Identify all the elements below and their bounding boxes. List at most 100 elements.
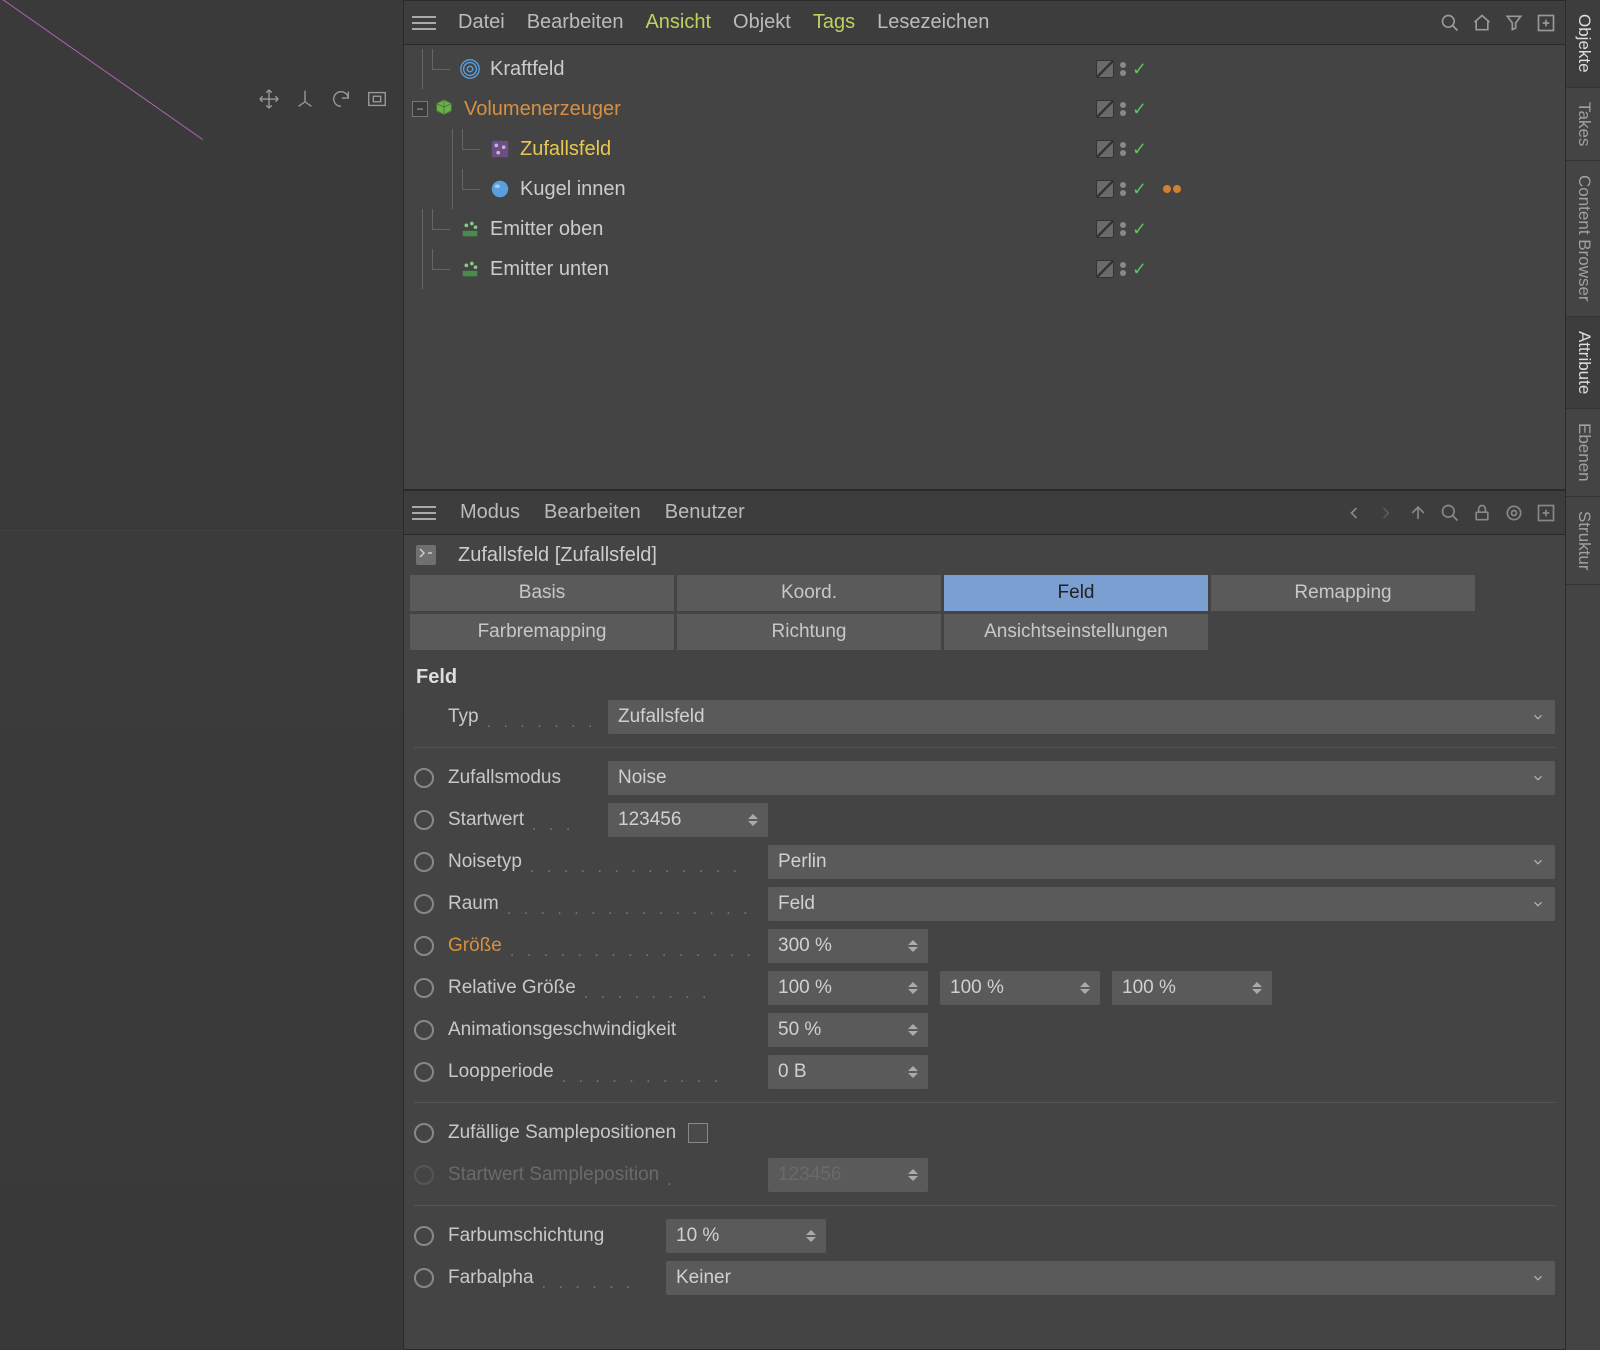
side-tab-objekte[interactable]: Objekte <box>1566 0 1600 88</box>
object-name[interactable]: Volumenerzeuger <box>464 98 621 121</box>
visibility-toggle[interactable] <box>1096 180 1114 198</box>
tree-row-kraftfeld[interactable]: Kraftfeld ✓ <box>404 49 1565 89</box>
axis-tool-icon[interactable] <box>291 85 319 113</box>
target-icon[interactable] <box>1503 502 1525 524</box>
collapse-toggle[interactable]: − <box>412 101 428 117</box>
tree-row-volumenerzeuger[interactable]: − Volumenerzeuger ✓ <box>404 89 1565 129</box>
simulation-tag-icon[interactable] <box>1163 185 1181 193</box>
anim-toggle[interactable] <box>414 768 434 788</box>
anim-toggle[interactable] <box>414 1268 434 1288</box>
move-tool-icon[interactable] <box>255 85 283 113</box>
add-panel-icon[interactable] <box>1535 502 1557 524</box>
tree-row-emitter-unten[interactable]: Emitter unten ✓ <box>404 249 1565 289</box>
anim-toggle[interactable] <box>414 810 434 830</box>
enable-check-icon[interactable]: ✓ <box>1132 219 1147 240</box>
anim-toggle[interactable] <box>414 936 434 956</box>
dropdown-noisetyp[interactable]: Perlin <box>768 845 1555 879</box>
hamburger-icon[interactable] <box>412 506 436 520</box>
filter-icon[interactable] <box>1503 12 1525 34</box>
tab-remapping[interactable]: Remapping <box>1211 575 1475 611</box>
object-name[interactable]: Emitter unten <box>490 258 609 281</box>
hamburger-icon[interactable] <box>412 16 436 30</box>
anim-toggle[interactable] <box>414 1020 434 1040</box>
input-relgroesse-z[interactable]: 100 % <box>1112 971 1272 1005</box>
label-farbalpha: Farbalpha <box>448 1267 534 1289</box>
enable-check-icon[interactable]: ✓ <box>1132 99 1147 120</box>
layer-dots-icon[interactable] <box>1120 222 1126 236</box>
visibility-toggle[interactable] <box>1096 100 1114 118</box>
menu-modus[interactable]: Modus <box>460 501 520 524</box>
side-tab-takes[interactable]: Takes <box>1566 88 1600 161</box>
side-tab-ebenen[interactable]: Ebenen <box>1566 409 1600 497</box>
enable-check-icon[interactable]: ✓ <box>1132 59 1147 80</box>
menu-benutzer[interactable]: Benutzer <box>665 501 745 524</box>
anim-toggle[interactable] <box>414 1123 434 1143</box>
menu-bearbeiten[interactable]: Bearbeiten <box>544 501 641 524</box>
add-panel-icon[interactable] <box>1535 12 1557 34</box>
layer-dots-icon[interactable] <box>1120 262 1126 276</box>
tab-ansichtseinstellungen[interactable]: Ansichtseinstellungen <box>944 614 1208 650</box>
side-tab-content-browser[interactable]: Content Browser <box>1566 161 1600 317</box>
home-icon[interactable] <box>1471 12 1493 34</box>
layer-dots-icon[interactable] <box>1120 142 1126 156</box>
dropdown-raum[interactable]: Feld <box>768 887 1555 921</box>
search-icon[interactable] <box>1439 12 1461 34</box>
input-animgeschw[interactable]: 50 % <box>768 1013 928 1047</box>
dropdown-typ[interactable]: Zufallsfeld <box>608 700 1555 734</box>
anim-toggle[interactable] <box>414 1226 434 1246</box>
tab-feld[interactable]: Feld <box>944 575 1208 611</box>
lock-icon[interactable] <box>1471 502 1493 524</box>
tree-row-emitter-oben[interactable]: Emitter oben ✓ <box>404 209 1565 249</box>
object-name[interactable]: Kugel innen <box>520 178 626 201</box>
layer-dots-icon[interactable] <box>1120 62 1126 76</box>
menu-tags[interactable]: Tags <box>813 11 855 34</box>
layer-dots-icon[interactable] <box>1120 102 1126 116</box>
anim-toggle[interactable] <box>414 852 434 872</box>
visibility-toggle[interactable] <box>1096 260 1114 278</box>
viewport[interactable] <box>0 0 403 1350</box>
menu-datei[interactable]: Datei <box>458 11 505 34</box>
attractor-icon <box>458 57 482 81</box>
object-name[interactable]: Kraftfeld <box>490 58 564 81</box>
side-tab-attribute[interactable]: Attribute <box>1566 317 1600 409</box>
input-groesse[interactable]: 300 % <box>768 929 928 963</box>
checkbox-zufaellige-samplepos[interactable] <box>688 1123 708 1143</box>
frame-tool-icon[interactable] <box>363 85 391 113</box>
dropdown-zufallsmodus[interactable]: Noise <box>608 761 1555 795</box>
tab-koord[interactable]: Koord. <box>677 575 941 611</box>
input-relgroesse-y[interactable]: 100 % <box>940 971 1100 1005</box>
dropdown-farbalpha[interactable]: Keiner <box>666 1261 1555 1295</box>
input-loopperiode[interactable]: 0 B <box>768 1055 928 1089</box>
anim-toggle[interactable] <box>414 978 434 998</box>
input-startwert[interactable]: 123456 <box>608 803 768 837</box>
tab-farbremapping[interactable]: Farbremapping <box>410 614 674 650</box>
refresh-tool-icon[interactable] <box>327 85 355 113</box>
enable-check-icon[interactable]: ✓ <box>1132 139 1147 160</box>
anim-toggle[interactable] <box>414 1062 434 1082</box>
object-tree[interactable]: Kraftfeld ✓ − Volumenerzeuger ✓ Zufallsf… <box>404 45 1565 489</box>
tree-row-zufallsfeld[interactable]: Zufallsfeld ✓ <box>404 129 1565 169</box>
side-tab-struktur[interactable]: Struktur <box>1566 497 1600 586</box>
chevron-down-icon <box>1531 855 1545 869</box>
menu-bearbeiten[interactable]: Bearbeiten <box>527 11 624 34</box>
menu-ansicht[interactable]: Ansicht <box>645 11 711 34</box>
anim-toggle[interactable] <box>414 894 434 914</box>
up-icon[interactable] <box>1407 502 1429 524</box>
visibility-toggle[interactable] <box>1096 140 1114 158</box>
visibility-toggle[interactable] <box>1096 60 1114 78</box>
menu-lesezeichen[interactable]: Lesezeichen <box>877 11 989 34</box>
visibility-toggle[interactable] <box>1096 220 1114 238</box>
enable-check-icon[interactable]: ✓ <box>1132 259 1147 280</box>
tree-row-kugel-innen[interactable]: Kugel innen ✓ <box>404 169 1565 209</box>
object-name[interactable]: Zufallsfeld <box>520 138 611 161</box>
tab-basis[interactable]: Basis <box>410 575 674 611</box>
search-icon[interactable] <box>1439 502 1461 524</box>
menu-objekt[interactable]: Objekt <box>733 11 791 34</box>
enable-check-icon[interactable]: ✓ <box>1132 179 1147 200</box>
layer-dots-icon[interactable] <box>1120 182 1126 196</box>
input-farbumschichtung[interactable]: 10 % <box>666 1219 826 1253</box>
input-relgroesse-x[interactable]: 100 % <box>768 971 928 1005</box>
object-name[interactable]: Emitter oben <box>490 218 603 241</box>
back-icon[interactable] <box>1343 502 1365 524</box>
tab-richtung[interactable]: Richtung <box>677 614 941 650</box>
